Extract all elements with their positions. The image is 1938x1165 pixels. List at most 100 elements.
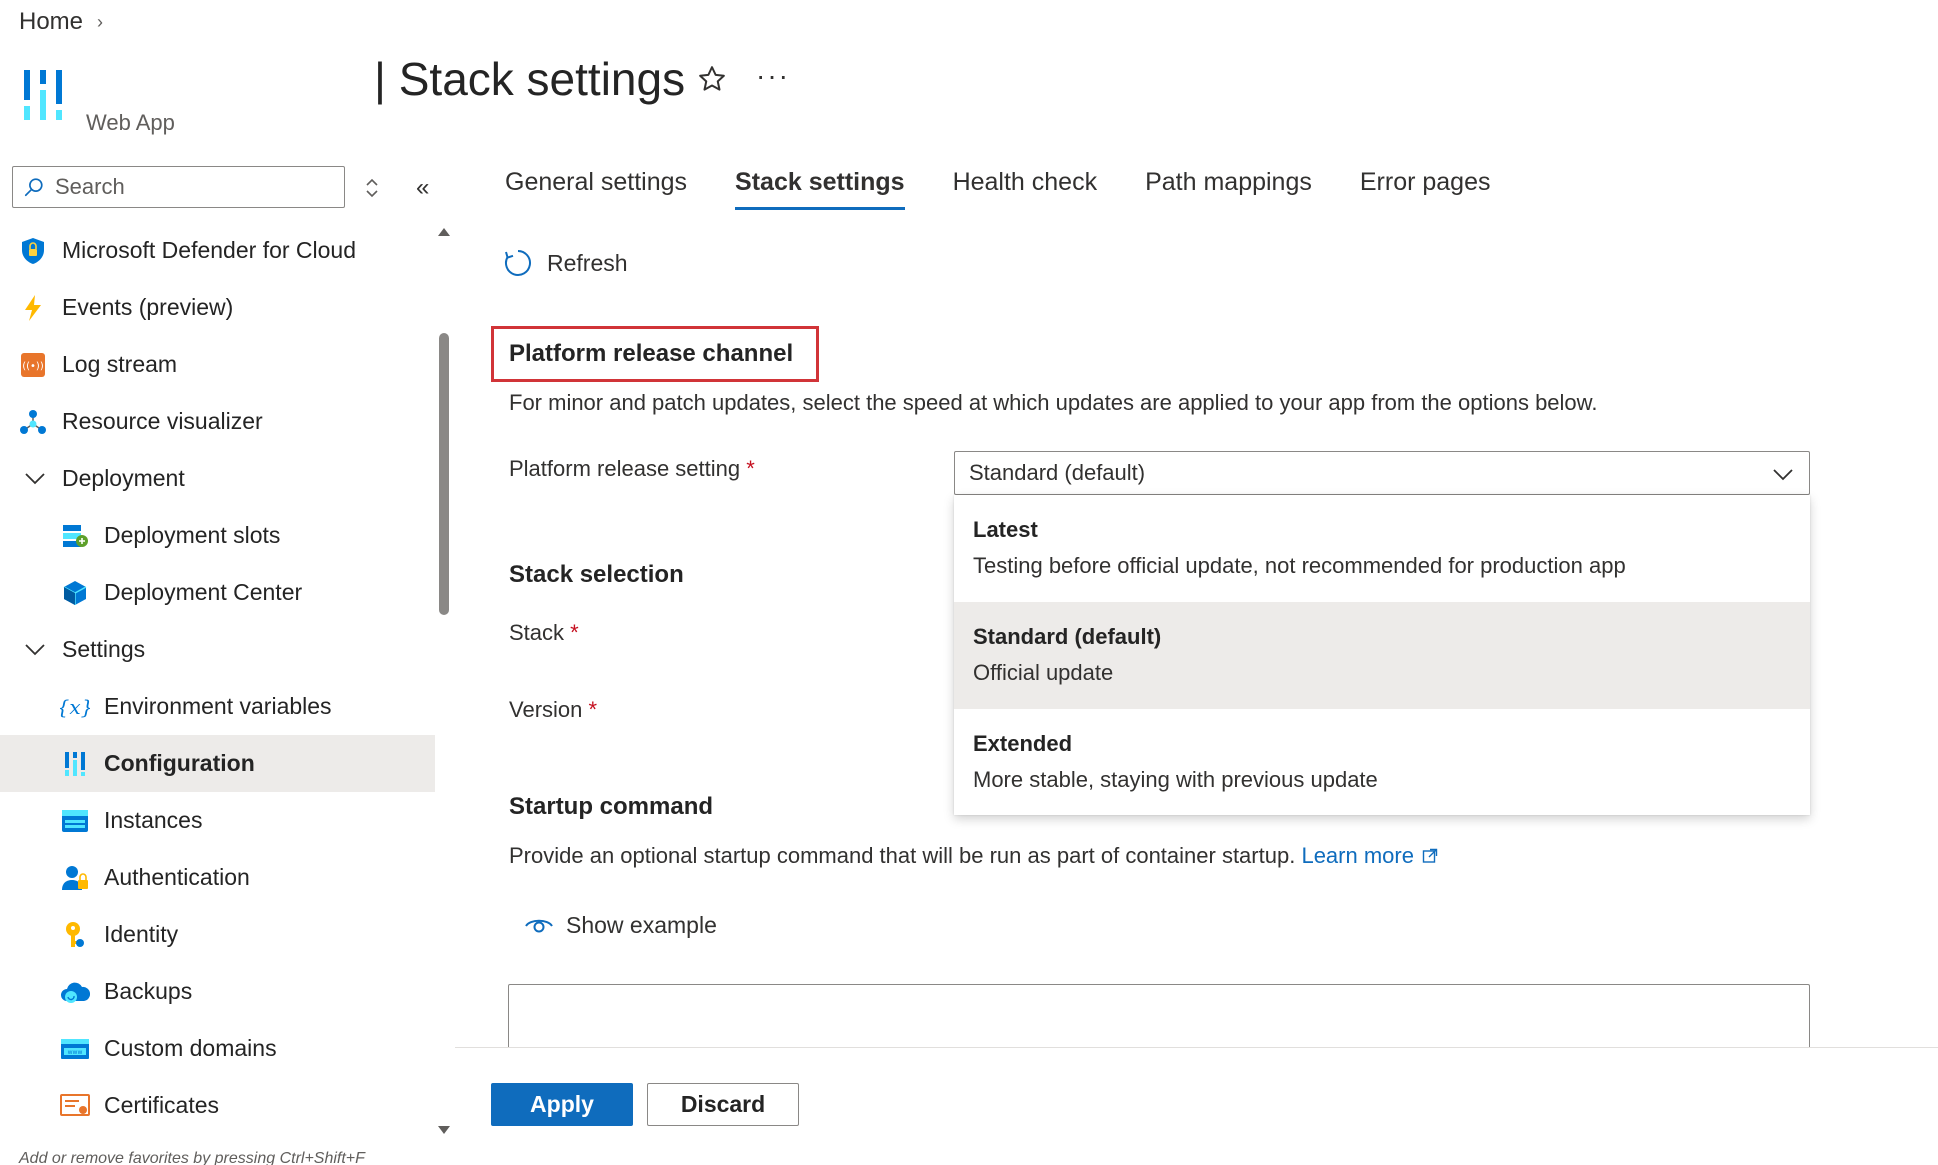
sidebar-item-label: Custom domains [104,1035,277,1061]
sidebar-item-deployment-slots[interactable]: Deployment slots [0,507,435,564]
required-marker: * [570,620,579,645]
option-description: Testing before official update, not reco… [973,553,1626,578]
star-icon[interactable] [697,64,727,94]
sidebar-group-settings[interactable]: Settings [0,621,435,678]
refresh-button[interactable]: Refresh [503,248,628,278]
sidebar-nav: Microsoft Defender for Cloud Events (pre… [0,222,435,1134]
show-example-button[interactable]: Show example [524,912,717,939]
tab-stack-settings[interactable]: Stack settings [735,168,905,210]
startup-command-input[interactable] [508,984,1810,1050]
option-latest[interactable]: Latest Testing before official update, n… [954,495,1810,602]
option-standard[interactable]: Standard (default) Official update [954,602,1810,709]
sidebar-item-label: Resource visualizer [62,408,263,434]
log-stream-icon: ((•)) [18,350,48,380]
show-example-label: Show example [566,912,717,938]
more-options-button[interactable]: ··· [756,60,790,92]
sidebar-item-events[interactable]: Events (preview) [0,279,435,336]
instances-icon [60,806,90,836]
option-title: Latest [973,517,1038,542]
shield-icon [18,236,48,266]
learn-more-label: Learn more [1301,843,1414,868]
tab-health-check[interactable]: Health check [953,168,1098,210]
required-marker: * [746,456,755,481]
apply-button[interactable]: Apply [491,1083,633,1126]
breadcrumb-home-link[interactable]: Home [19,8,83,36]
scroll-down-arrow-icon[interactable] [438,1126,450,1134]
sidebar-group-label: Settings [62,636,146,662]
platform-release-channel-title: Platform release channel [509,340,794,367]
tab-error-pages[interactable]: Error pages [1360,168,1491,210]
learn-more-link[interactable]: Learn more [1301,843,1438,869]
platform-release-dropdown[interactable]: Standard (default) [954,451,1810,495]
stack-label: Stack * [509,620,579,646]
chevron-down-icon [20,635,50,665]
variable-icon: {x} [60,692,90,722]
breadcrumb: Home › [19,8,103,36]
configuration-logo-icon [24,70,62,120]
action-bar-divider [455,1047,1938,1048]
sidebar-search-box [12,166,345,208]
key-icon [60,920,90,950]
configuration-icon [60,749,90,779]
sidebar-item-label: Events (preview) [62,294,234,320]
description-text: Provide an optional startup command that… [509,843,1296,868]
sidebar-group-deployment[interactable]: Deployment [0,450,435,507]
dropdown-selected-value: Standard (default) [969,460,1146,485]
page-title: | Stack settings [374,53,686,105]
sort-icon[interactable] [362,176,382,200]
field-label-text: Version [509,697,583,722]
option-extended[interactable]: Extended More stable, staying with previ… [954,709,1810,816]
sidebar-item-defender[interactable]: Microsoft Defender for Cloud [0,222,435,279]
svg-text:((•)): ((•)) [22,361,44,372]
platform-release-description: For minor and patch updates, select the … [509,390,1598,415]
cloud-backup-icon [60,977,90,1007]
sidebar-item-instances[interactable]: Instances [0,792,435,849]
svg-text:www: www [68,1049,83,1056]
field-label-text: Stack [509,620,565,645]
sidebar-search-input[interactable] [55,174,335,200]
startup-command-description: Provide an optional startup command that… [509,843,1438,869]
discard-button[interactable]: Discard [647,1083,799,1126]
refresh-label: Refresh [547,249,628,276]
svg-text:{x}: {x} [60,695,90,719]
sidebar-item-label: Deployment slots [104,522,281,548]
sidebar-group-label: Deployment [62,465,185,491]
lightning-icon [18,293,48,323]
platform-release-options-list: Latest Testing before official update, n… [954,495,1810,815]
chevron-right-icon: › [97,11,104,32]
sidebar-item-label: Deployment Center [104,579,303,605]
www-icon: www [60,1034,90,1064]
chevron-down-icon [20,464,50,494]
favorites-hint: Add or remove favorites by pressing Ctrl… [19,1150,365,1165]
tab-general-settings[interactable]: General settings [505,168,687,210]
scroll-up-arrow-icon[interactable] [438,228,450,236]
field-label-text: Platform release setting [509,456,741,481]
sidebar-item-log-stream[interactable]: ((•)) Log stream [0,336,435,393]
deployment-slots-icon [60,521,90,551]
tab-path-mappings[interactable]: Path mappings [1145,168,1312,210]
settings-tabs: General settings Stack settings Health c… [505,168,1539,210]
sidebar-item-backups[interactable]: Backups [0,963,435,1020]
sidebar-item-label: Configuration [104,750,255,776]
sidebar-item-environment-variables[interactable]: {x} Environment variables [0,678,435,735]
sidebar-item-deployment-center[interactable]: Deployment Center [0,564,435,621]
sidebar-item-label: Authentication [104,864,250,890]
resource-type-label: Web App [86,110,175,135]
sidebar-item-label: Microsoft Defender for Cloud [62,237,357,263]
sidebar-item-custom-domains[interactable]: www Custom domains [0,1020,435,1077]
search-icon [24,178,43,197]
sidebar-scrollbar-thumb[interactable] [439,333,449,615]
collapse-sidebar-button[interactable]: « [416,174,429,202]
sidebar-item-label: Log stream [62,351,178,377]
sidebar-item-configuration[interactable]: Configuration [0,735,435,792]
startup-command-title: Startup command [509,793,714,820]
sidebar-item-identity[interactable]: Identity [0,906,435,963]
sidebar-item-certificates[interactable]: Certificates [0,1077,435,1134]
cube-icon [60,578,90,608]
option-description: Official update [973,660,1114,685]
sidebar-item-resource-visualizer[interactable]: Resource visualizer [0,393,435,450]
sidebar-item-authentication[interactable]: Authentication [0,849,435,906]
sidebar-item-label: Instances [104,807,203,833]
refresh-icon [505,250,531,276]
required-marker: * [588,697,598,722]
